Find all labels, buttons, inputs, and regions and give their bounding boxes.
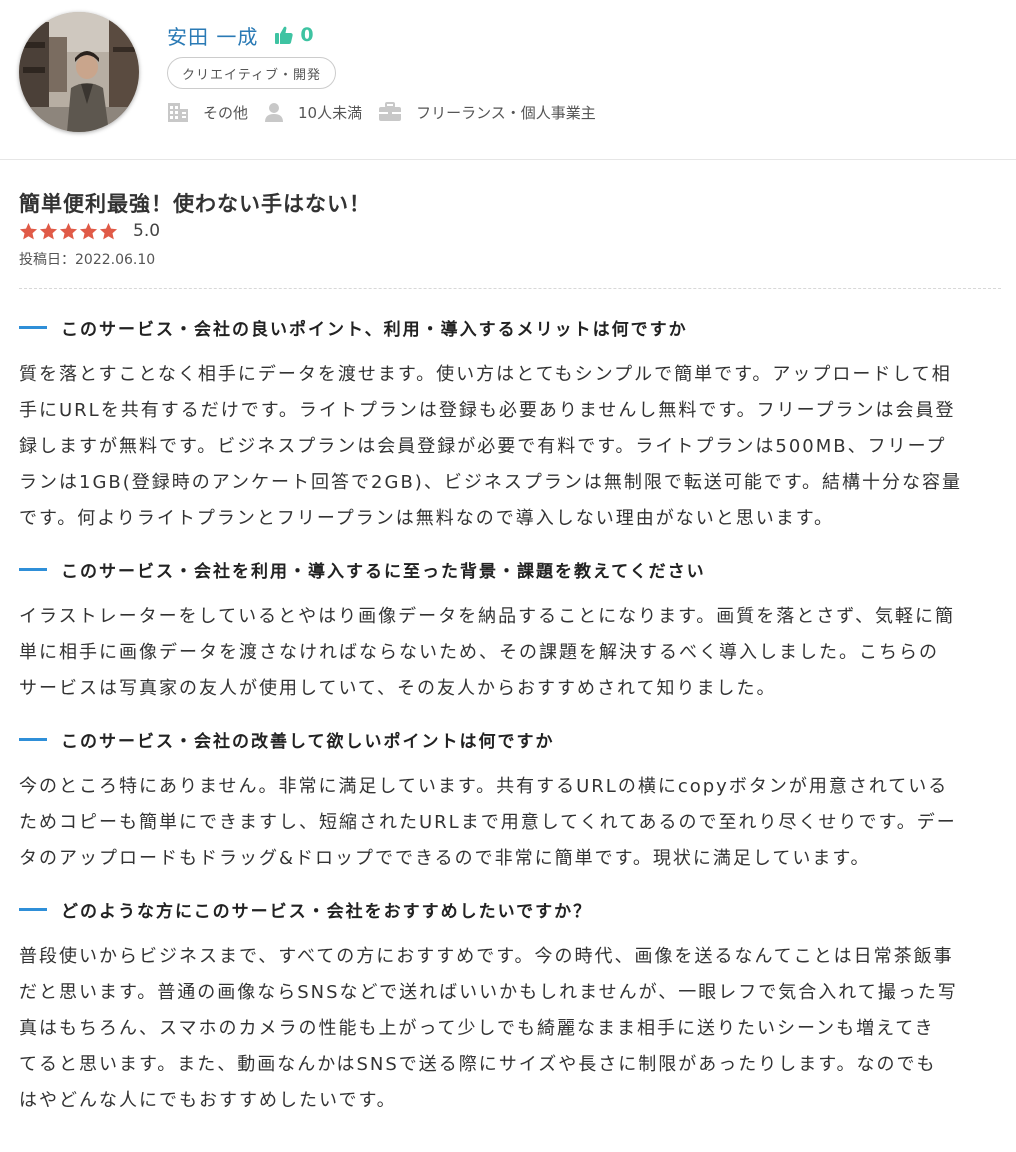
star-icon <box>39 222 58 239</box>
star-icon <box>19 222 38 239</box>
answer-line: 録しますが無料です。ビジネスプランは会員登録が必要で有料です。ライトプランは50… <box>19 436 947 457</box>
answer-line: 今のところ特にありません。非常に満足しています。共有するURLの横にcopyボタ… <box>19 776 949 797</box>
question-heading: このサービス・会社を利用・導入するに至った背景・課題を教えてください <box>19 557 1001 582</box>
person-icon <box>265 103 284 122</box>
answer-text: イラストレーターをしているとやはり画像データを納品することになります。画質を落と… <box>19 599 1001 707</box>
answer-line: ランは1GB(登録時のアンケート回答で2GB)、ビジネスプランは無制限で転送可能… <box>19 472 963 493</box>
answer-line: 真はもちろん、スマホのカメラの性能も上がって少しでも綺麗なまま相手に送りたいシー… <box>19 1018 935 1039</box>
question-text: どのような方にこのサービス・会社をおすすめしたいですか？ <box>61 901 593 922</box>
answer-line: ためコピーも簡単にできますし、短縮されたURLまで用意してくれてあるので至れり尽… <box>19 812 957 833</box>
review-section: このサービス・会社の改善して欲しいポイントは何ですか 今のところ特にありません。… <box>19 727 1001 877</box>
review-section: このサービス・会社を利用・導入するに至った背景・課題を教えてください イラストレ… <box>19 557 1001 707</box>
company-meta: その他 10人未満 フリーランス・個人事業主 <box>167 98 612 126</box>
star-icon <box>59 222 78 239</box>
answer-line: サービスは写真家の友人が使用していて、その友人からおすすめされて知りました。 <box>19 678 777 699</box>
occupation-label: フリーランス・個人事業主 <box>416 103 596 122</box>
reviewer-profile: 安田 一成 0 クリエイティブ・開発 その他 10人未満 フリーランス・個人事業… <box>0 0 1016 160</box>
rating: 5.0 <box>19 219 1001 243</box>
post-date: 投稿日：2022.06.10 <box>19 252 156 268</box>
review-title: 簡単便利最強！使わない手はない！ <box>19 192 371 216</box>
question-heading: このサービス・会社の改善して欲しいポイントは何ですか <box>19 727 1001 752</box>
building-icon <box>168 103 188 122</box>
answer-line: です。何よりライトプランとフリープランは無料なので導入しない理由がないと思います… <box>19 508 834 529</box>
question-text: このサービス・会社を利用・導入するに至った背景・課題を教えてください <box>61 561 706 582</box>
like-button[interactable]: 0 <box>274 24 314 46</box>
review-body: 簡単便利最強！使わない手はない！ 5.0 投稿日：2022.06.10 このサー… <box>19 160 1001 1119</box>
company-size-label: 10人未満 <box>298 103 363 122</box>
heading-bar <box>19 325 47 329</box>
heading-bar <box>19 737 47 741</box>
reviewer-name[interactable]: 安田 一成 <box>167 21 258 50</box>
star-icon <box>79 222 98 239</box>
divider <box>19 288 1001 289</box>
industry-meta: その他 <box>167 102 248 123</box>
occupation-meta: フリーランス・個人事業主 <box>378 102 596 123</box>
like-count: 0 <box>300 24 314 46</box>
answer-line: 普段使いからビジネスまで、すべての方におすすめです。今の時代、画像を送るなんてこ… <box>19 946 954 967</box>
heading-bar <box>19 907 47 911</box>
briefcase-icon <box>379 102 402 121</box>
answer-line: だと思います。普通の画像ならSNSなどで送ればいいかもしれませんが、一眼レフで気… <box>19 982 958 1003</box>
answer-text: 質を落とすことなく相手にデータを渡せます。使い方はとてもシンプルで簡単です。アッ… <box>19 357 1001 537</box>
star-rating <box>19 222 119 241</box>
avatar[interactable] <box>19 12 139 132</box>
answer-line: 質を落とすことなく相手にデータを渡せます。使い方はとてもシンプルで簡単です。アッ… <box>19 364 952 385</box>
industry-label: その他 <box>203 103 249 122</box>
question-text: このサービス・会社の良いポイント、利用・導入するメリットは何ですか <box>61 319 688 340</box>
heading-bar <box>19 567 47 571</box>
answer-line: てると思います。また、動画なんかはSNSで送る際にサイズや長さに制限があったりし… <box>19 1054 937 1075</box>
question-heading: どのような方にこのサービス・会社をおすすめしたいですか？ <box>19 897 1001 922</box>
answer-line: はやどんな人にでもおすすめしたいです。 <box>19 1090 397 1111</box>
question-heading: このサービス・会社の良いポイント、利用・導入するメリットは何ですか <box>19 315 1001 340</box>
star-icon <box>99 222 118 239</box>
review-section: このサービス・会社の良いポイント、利用・導入するメリットは何ですか 質を落とすこ… <box>19 315 1001 537</box>
answer-line: イラストレーターをしているとやはり画像データを納品することになります。画質を落と… <box>19 606 956 627</box>
answer-line: タのアップロードもドラッグ&ドロップでできるので非常に簡単です。現状に満足してい… <box>19 848 871 869</box>
name-row: 安田 一成 0 <box>167 20 314 50</box>
avatar-photo <box>19 12 139 132</box>
category-tag[interactable]: クリエイティブ・開発 <box>167 57 336 89</box>
question-text: このサービス・会社の改善して欲しいポイントは何ですか <box>61 731 555 752</box>
rating-value: 5.0 <box>133 221 161 241</box>
review-section: どのような方にこのサービス・会社をおすすめしたいですか？ 普段使いからビジネスま… <box>19 897 1001 1119</box>
thumbs-up-icon <box>275 26 294 44</box>
answer-text: 普段使いからビジネスまで、すべての方におすすめです。今の時代、画像を送るなんてこ… <box>19 939 1001 1119</box>
company-size-meta: 10人未満 <box>264 102 362 123</box>
answer-line: 単に相手に画像データを渡さなければならないため、その課題を解決するべく導入しまし… <box>19 642 939 663</box>
answer-line: 手にURLを共有するだけです。ライトプランは登録も必要ありませんし無料です。フリ… <box>19 400 956 421</box>
answer-text: 今のところ特にありません。非常に満足しています。共有するURLの横にcopyボタ… <box>19 769 1001 877</box>
